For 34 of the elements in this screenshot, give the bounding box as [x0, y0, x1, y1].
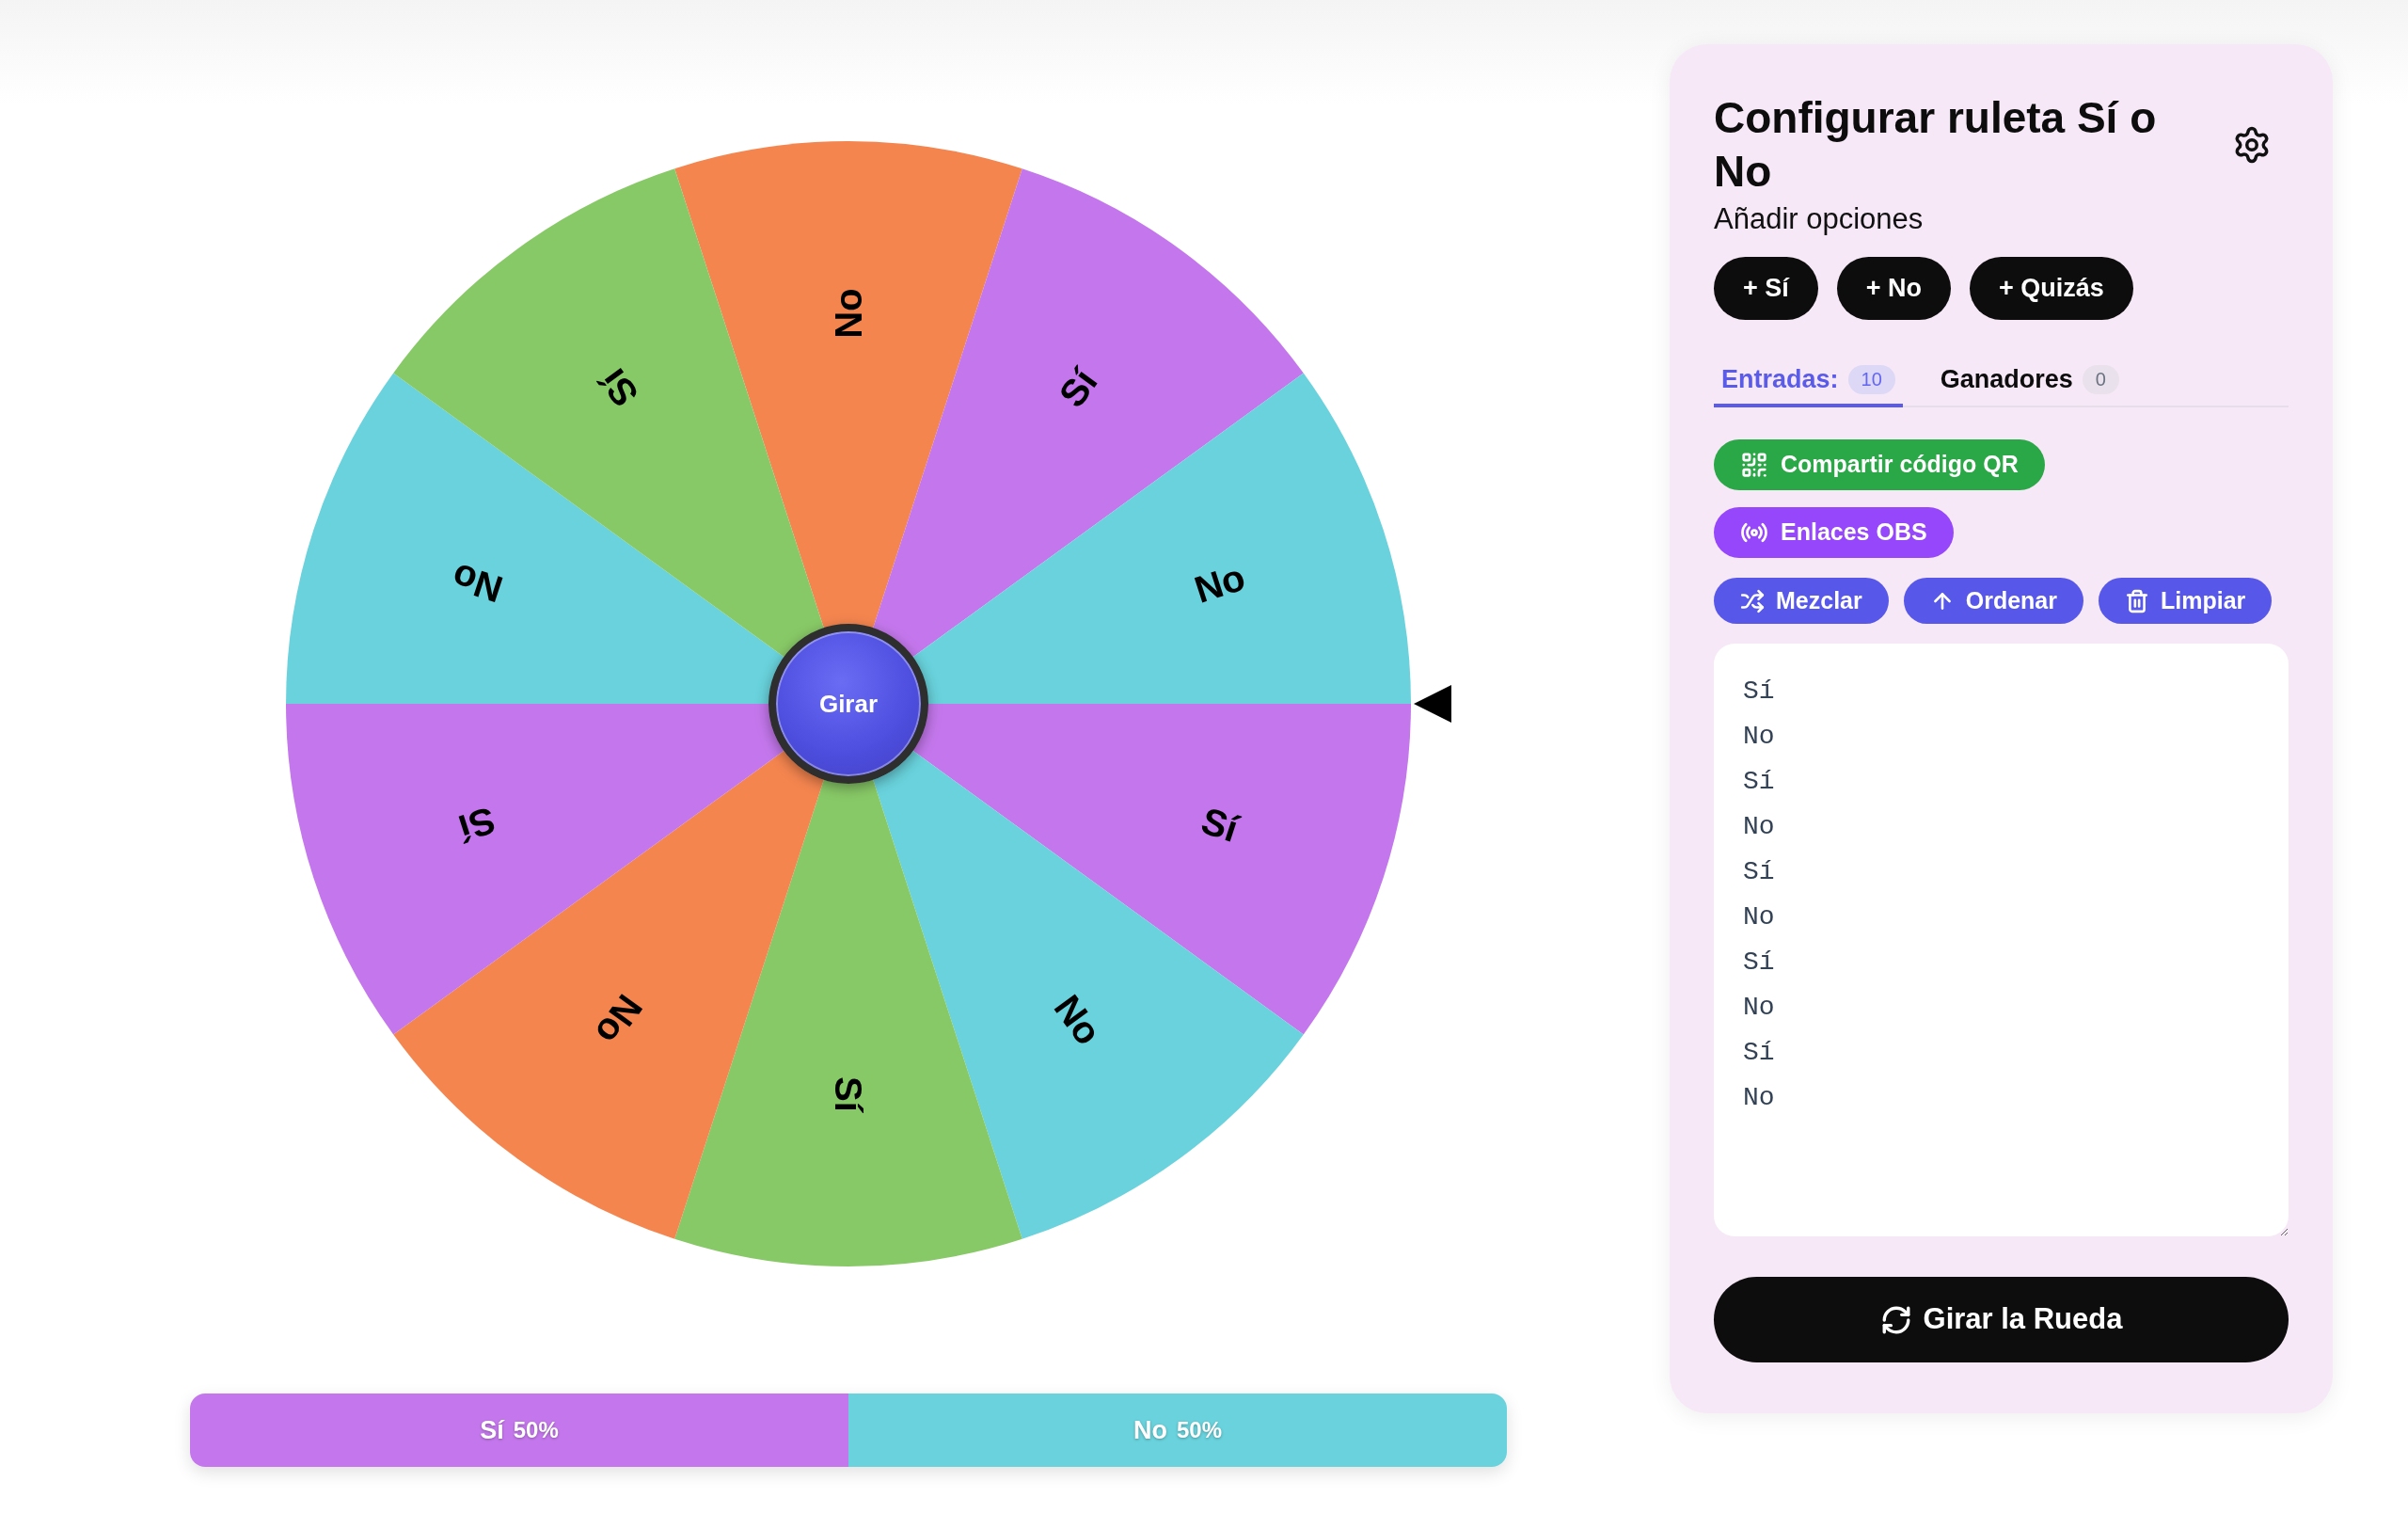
count-badge: 0 — [2082, 364, 2119, 394]
action-button[interactable]: Compartir código QR — [1714, 439, 2045, 490]
qr-code-icon — [1740, 451, 1768, 479]
wheel-label: No — [828, 288, 869, 339]
tool-button[interactable]: Limpiar — [2099, 578, 2273, 624]
add-option-button[interactable]: + Sí — [1714, 257, 1818, 320]
pointer-icon — [1414, 685, 1451, 723]
wheel-label: No — [1046, 987, 1110, 1053]
wheel-label: Sí — [1051, 361, 1105, 415]
add-option-button[interactable]: + No — [1836, 257, 1952, 320]
tool-button[interactable]: Ordenar — [1903, 578, 2083, 624]
tool-button[interactable]: Mezclar — [1714, 578, 1889, 624]
trash-icon — [2125, 588, 2149, 613]
wheel-label: No — [1189, 555, 1250, 611]
wheel-label: Sí — [828, 1076, 869, 1112]
wheel-label: Sí — [592, 361, 646, 415]
option-label: No — [1133, 1414, 1167, 1446]
add-option-button[interactable]: + Quizás — [1970, 257, 2133, 320]
option-label: Sí — [480, 1414, 504, 1446]
tab[interactable]: Ganadores 0 — [1932, 355, 2127, 407]
percent-label: 50% — [513, 1416, 559, 1444]
wheel-label: No — [587, 987, 651, 1053]
entries-field[interactable]: Sí No Sí No Sí No Sí No Sí No — [1714, 644, 2289, 1236]
wheel-label: Sí — [453, 799, 501, 850]
spin-wheel-button[interactable]: Girar la Rueda — [1714, 1277, 2289, 1362]
action-button[interactable]: Enlaces OBS — [1714, 507, 1954, 558]
panel-title: Configurar ruleta Sí o No — [1714, 92, 2158, 198]
wheel-label: No — [447, 555, 508, 611]
tab[interactable]: Entradas: 10 — [1714, 355, 1903, 407]
percent-label: 50% — [1176, 1416, 1222, 1444]
shuffle-icon — [1740, 588, 1765, 613]
wheel-label: Sí — [1196, 799, 1244, 850]
count-badge: 10 — [1847, 364, 1895, 394]
panel-subtitle: Añadir opciones — [1714, 202, 1925, 236]
